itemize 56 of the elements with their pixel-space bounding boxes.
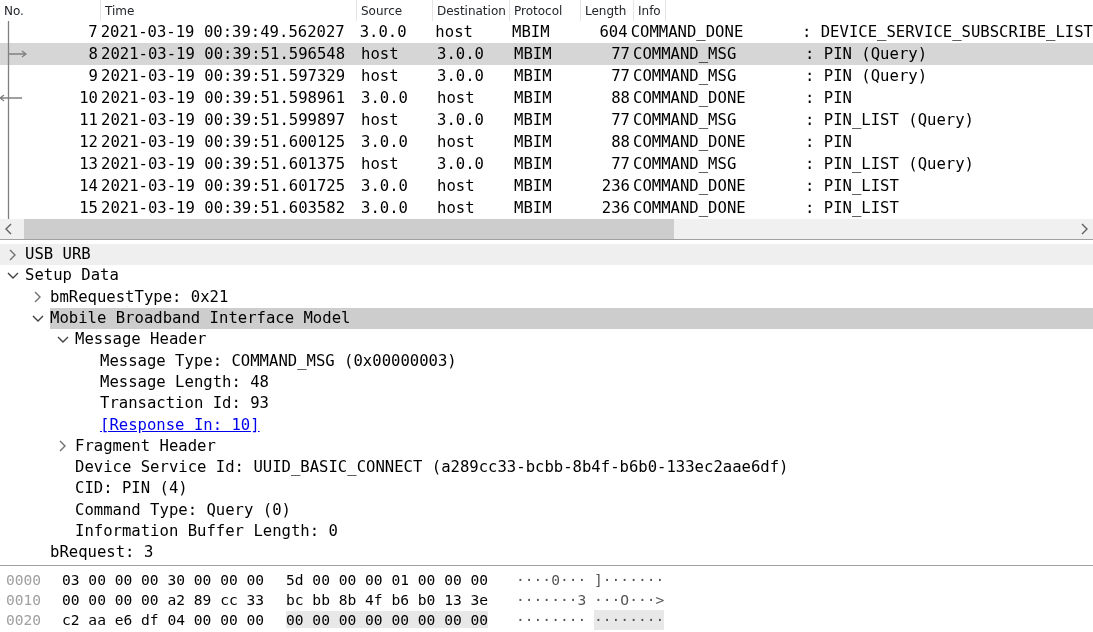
packet-row[interactable]: 10 2021-03-19 00:39:51.598961 3.0.0 host MBIM 88 COMMAND_DONE : PIN xyxy=(0,87,1093,109)
hex-bytes: 03 00 00 00 30 00 00 00 xyxy=(62,570,266,590)
hex-bytes[interactable]: 00 00 00 00 00 00 00 00 xyxy=(286,611,489,628)
packet-row[interactable]: 13 2021-03-19 00:39:51.601375 host 3.0.0 MBIM 77 COMMAND_MSG : PIN_LIST (Query) xyxy=(0,153,1093,175)
ascii-bytes[interactable]: ]······· xyxy=(594,570,665,590)
tree-item[interactable]: CID: PIN (4) xyxy=(75,478,190,500)
expand-icon[interactable] xyxy=(58,440,67,453)
packet-row[interactable]: 9 2021-03-19 00:39:51.597329 host 3.0.0 MBIM 77 COMMAND_MSG : PIN (Query) xyxy=(0,65,1093,87)
hex-bytes: 00 00 00 00 a2 89 cc 33 xyxy=(62,590,266,610)
tree-item[interactable]: Message Header xyxy=(75,329,209,351)
expand-icon[interactable] xyxy=(33,291,42,304)
byte-offset: 0010 xyxy=(5,590,43,610)
tree-item[interactable]: Setup Data xyxy=(25,265,121,287)
tree-item[interactable]: Information Buffer Length: 0 xyxy=(75,521,340,542)
collapse-icon[interactable] xyxy=(6,271,19,280)
packet-row[interactable]: 12 2021-03-19 00:39:51.600125 3.0.0 host MBIM 88 COMMAND_DONE : PIN xyxy=(0,131,1093,153)
scroll-right-icon xyxy=(1080,223,1088,235)
hex-bytes[interactable]: bc bb 8b 4f b6 b0 13 3e xyxy=(286,591,489,608)
collapse-icon[interactable] xyxy=(31,314,44,323)
horizontal-scrollbar[interactable] xyxy=(0,219,1093,239)
byte-offset: 0000 xyxy=(5,570,43,590)
scroll-left-icon xyxy=(5,223,13,235)
tree-item[interactable]: bmRequestType: 0x21 xyxy=(50,286,231,308)
column-header[interactable]: Time xyxy=(101,0,357,21)
tree-item[interactable]: Mobile Broadband Interface Model xyxy=(50,308,1093,330)
response-link[interactable]: [Response In: 10] xyxy=(100,414,262,436)
column-header[interactable]: No. xyxy=(0,0,101,21)
ascii-bytes: ········ xyxy=(516,610,588,630)
tree-item[interactable]: USB URB xyxy=(25,244,93,266)
packet-row[interactable]: 14 2021-03-19 00:39:51.601725 3.0.0 host MBIM 236 COMMAND_DONE : PIN_LIST xyxy=(0,175,1093,197)
tree-item[interactable]: Device Service Id: UUID_BASIC_CONNECT (a289cc33-bcbb-8b4f-b6b0-133ec2aae6df) xyxy=(75,457,791,479)
ascii-bytes[interactable]: ···O···> xyxy=(594,590,665,610)
column-header[interactable]: Source xyxy=(357,0,433,21)
packet-row[interactable]: 11 2021-03-19 00:39:51.599897 host 3.0.0 MBIM 77 COMMAND_MSG : PIN_LIST (Query) xyxy=(0,109,1093,131)
tree-item[interactable]: bRequest: 3 xyxy=(50,542,156,564)
tree-item[interactable]: Transaction Id: 93 xyxy=(100,393,271,415)
tree-item[interactable]: Command Type: Query (0) xyxy=(75,499,293,521)
ascii-bytes[interactable]: ········ xyxy=(594,610,665,630)
hex-bytes[interactable]: 5d 00 00 00 01 00 00 00 xyxy=(286,571,489,588)
tree-item[interactable]: Fragment Header xyxy=(75,435,218,457)
packet-row[interactable]: 8 2021-03-19 00:39:51.596548 host 3.0.0 MBIM 77 COMMAND_MSG : PIN (Query) xyxy=(0,43,1093,65)
ascii-bytes: ·······3 xyxy=(516,590,588,610)
collapse-icon[interactable] xyxy=(56,335,69,344)
column-header[interactable]: Info xyxy=(634,0,666,21)
tree-item[interactable]: Message Length: 48 xyxy=(100,371,271,393)
packet-row[interactable]: 15 2021-03-19 00:39:51.603582 3.0.0 host MBIM 236 COMMAND_DONE : PIN_LIST xyxy=(0,197,1093,219)
related-packets-line-icon xyxy=(7,21,10,219)
byte-offset: 0020 xyxy=(5,610,43,630)
tree-item[interactable]: Message Type: COMMAND_MSG (0x00000003) xyxy=(100,350,459,372)
column-header[interactable]: Length xyxy=(581,0,634,21)
ascii-bytes: ····0··· xyxy=(516,570,588,590)
hex-bytes: c2 aa e6 df 04 00 00 00 xyxy=(62,610,266,630)
packet-row[interactable]: 7 2021-03-19 00:39:49.562027 3.0.0 host MBIM 604 COMMAND_DONE : DEVICE_SERVICE_SUBSCRIBE_LIST xyxy=(0,21,1093,43)
column-header[interactable]: Protocol xyxy=(510,0,581,21)
column-header[interactable]: Destination xyxy=(433,0,510,21)
expand-icon[interactable] xyxy=(8,248,17,261)
